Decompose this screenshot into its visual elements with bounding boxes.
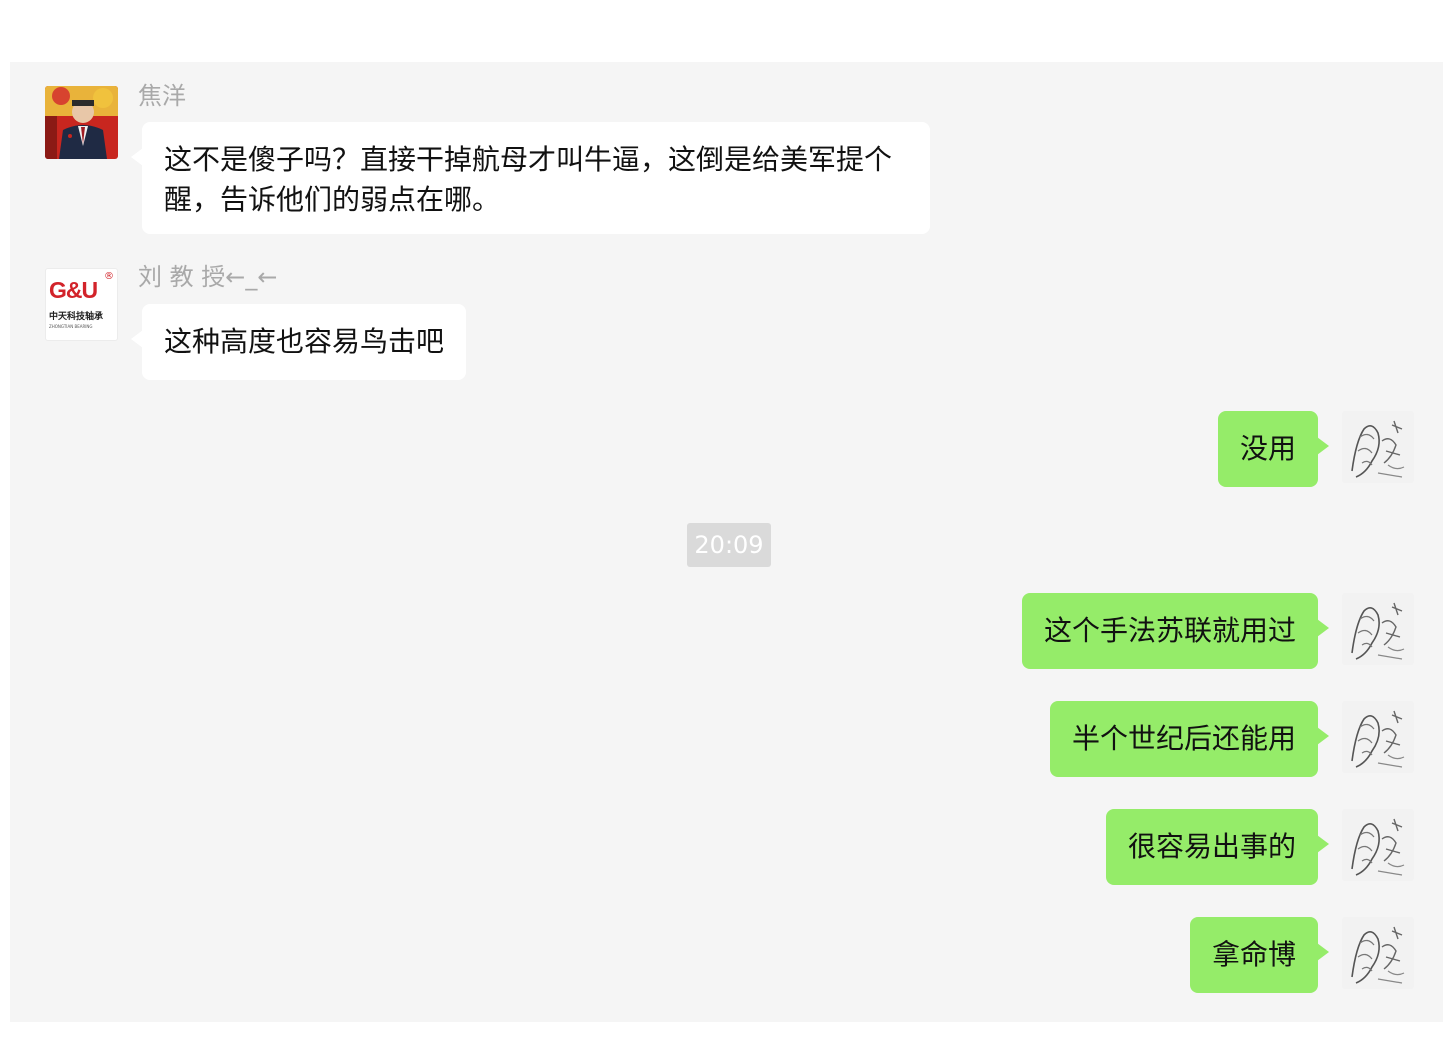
sender-avatar-jiaoyang[interactable]: [45, 86, 118, 159]
logo-subline: ZHONGTIAN BEARING: [49, 324, 93, 329]
company-logo-icon: G&U ® 中天科技轴承 ZHONGTIAN BEARING: [46, 269, 117, 340]
logo-mark: G&U: [49, 277, 98, 303]
message-bubble-incoming[interactable]: 这种高度也容易鸟击吧: [130, 304, 467, 380]
message-bubble-outgoing[interactable]: 很容易出事的: [1105, 809, 1330, 885]
sketch-drawing-icon: [1342, 701, 1414, 773]
sketch-drawing-icon: [1342, 593, 1414, 665]
my-avatar[interactable]: [1342, 411, 1414, 483]
sketch-drawing-icon: [1342, 917, 1414, 989]
chat-message-panel[interactable]: 焦洋 这不是傻子吗？直接干掉航母才叫牛逼，这倒是给美军提个醒，告诉他们的弱点在哪…: [10, 62, 1443, 1022]
portrait-photo-icon: [45, 86, 118, 159]
sketch-drawing-icon: [1342, 809, 1414, 881]
logo-company-name: 中天科技轴承: [49, 312, 104, 322]
my-avatar[interactable]: [1342, 809, 1414, 881]
message-bubble-outgoing[interactable]: 半个世纪后还能用: [1049, 701, 1330, 777]
message-bubble-outgoing[interactable]: 没用: [1217, 411, 1330, 487]
sender-name-jiaoyang: 焦洋: [138, 82, 186, 110]
my-avatar[interactable]: [1342, 701, 1414, 773]
sender-avatar-liu[interactable]: G&U ® 中天科技轴承 ZHONGTIAN BEARING: [45, 268, 118, 341]
registered-mark: ®: [104, 271, 114, 282]
my-avatar[interactable]: [1342, 917, 1414, 989]
sketch-drawing-icon: [1342, 411, 1414, 483]
message-bubble-outgoing[interactable]: 这个手法苏联就用过: [1021, 593, 1330, 669]
message-timestamp: 20:09: [687, 523, 771, 567]
sender-name-liu: 刘 教 授←_←: [138, 263, 278, 291]
my-avatar[interactable]: [1342, 593, 1414, 665]
message-bubble-incoming[interactable]: 这不是傻子吗？直接干掉航母才叫牛逼，这倒是给美军提个醒，告诉他们的弱点在哪。: [131, 122, 930, 234]
message-bubble-outgoing[interactable]: 拿命博: [1189, 917, 1330, 993]
